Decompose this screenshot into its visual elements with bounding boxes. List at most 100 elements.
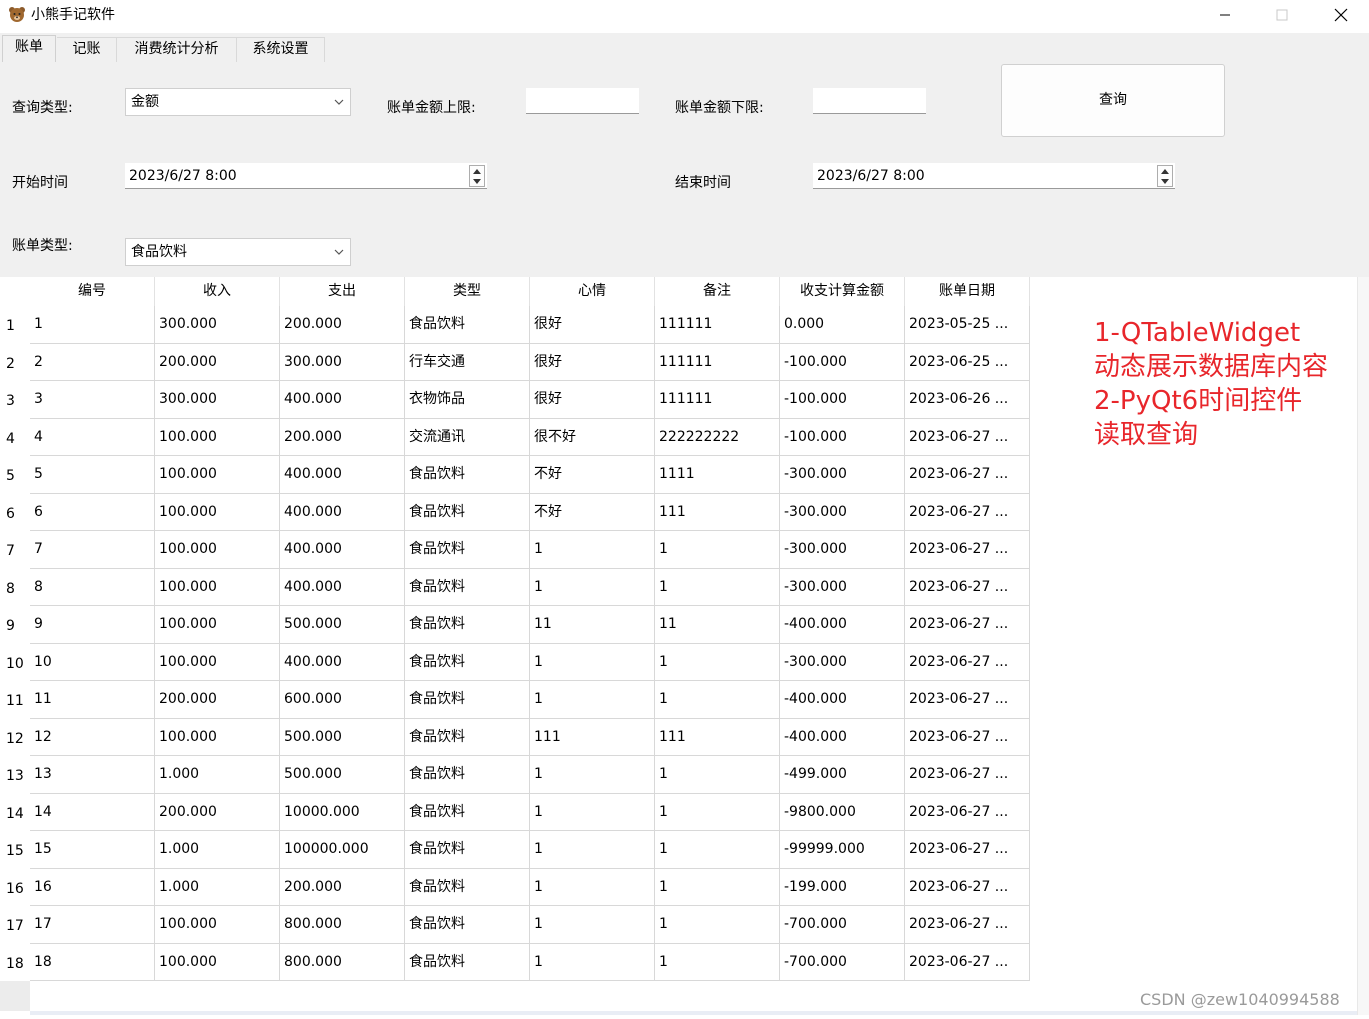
end-time-edit[interactable]: 2023/6/27 8:00	[813, 163, 1175, 189]
table-cell[interactable]: 很不好	[530, 418, 655, 456]
table-row[interactable]: 10 10 100.000 400.000 食品饮料 1 1 -300.000 2023-06-…	[0, 643, 1030, 681]
table-cell[interactable]: 衣物饰品	[405, 381, 530, 419]
table-cell[interactable]: 400.000	[280, 456, 405, 494]
start-time-edit[interactable]: 2023/6/27 8:00	[125, 163, 487, 189]
table-cell[interactable]: 1	[655, 793, 780, 831]
table-row[interactable]: 5 5 100.000 400.000 食品饮料 不好 1111 -300.000 2023-0…	[0, 456, 1030, 494]
table-cell[interactable]: 12	[30, 718, 155, 756]
table-cell[interactable]: 400.000	[280, 643, 405, 681]
table-cell[interactable]: -700.000	[780, 943, 905, 981]
table-cell[interactable]: 2023-06-27 ...	[905, 568, 1030, 606]
row-header[interactable]: 15	[0, 831, 30, 869]
table-cell[interactable]: 100000.000	[280, 831, 405, 869]
table-cell[interactable]: -300.000	[780, 531, 905, 569]
table-cell[interactable]: -400.000	[780, 718, 905, 756]
table-cell[interactable]: 111	[655, 493, 780, 531]
table-row[interactable]: 6 6 100.000 400.000 食品饮料 不好 111 -300.000 2023-06…	[0, 493, 1030, 531]
tab-bill[interactable]: 账单	[2, 35, 56, 62]
table-cell[interactable]: 500.000	[280, 756, 405, 794]
table-row[interactable]: 11 11 200.000 600.000 食品饮料 1 1 -400.000 2023-06-…	[0, 681, 1030, 719]
table-cell[interactable]: 2023-06-26 ...	[905, 381, 1030, 419]
table-cell[interactable]: 很好	[530, 381, 655, 419]
table-cell[interactable]: 1	[655, 868, 780, 906]
table-cell[interactable]: 5	[30, 456, 155, 494]
table-cell[interactable]: 100.000	[155, 643, 280, 681]
table-cell[interactable]: -99999.000	[780, 831, 905, 869]
table-cell[interactable]: 0.000	[780, 306, 905, 344]
table-cell[interactable]: 111111	[655, 306, 780, 344]
table-cell[interactable]: 600.000	[280, 681, 405, 719]
table-cell[interactable]: 2023-06-27 ...	[905, 456, 1030, 494]
table-cell[interactable]: 100.000	[155, 493, 280, 531]
row-header[interactable]: 10	[0, 643, 30, 681]
table-cell[interactable]: 200.000	[280, 868, 405, 906]
column-header[interactable]: 编号	[30, 277, 155, 306]
vertical-scrollbar[interactable]	[1357, 277, 1369, 1015]
table-cell[interactable]: 100.000	[155, 718, 280, 756]
table-cell[interactable]: 不好	[530, 493, 655, 531]
table-cell[interactable]: 不好	[530, 456, 655, 494]
table-cell[interactable]: 8	[30, 568, 155, 606]
row-header[interactable]: 9	[0, 606, 30, 644]
table-cell[interactable]: 300.000	[155, 306, 280, 344]
table-cell[interactable]: 2023-06-27 ...	[905, 493, 1030, 531]
table-cell[interactable]: 食品饮料	[405, 756, 530, 794]
table-cell[interactable]: 1	[530, 531, 655, 569]
table-cell[interactable]: 100.000	[155, 418, 280, 456]
row-header[interactable]: 3	[0, 381, 30, 419]
maximize-button[interactable]	[1252, 0, 1312, 30]
table-cell[interactable]: 2023-06-27 ...	[905, 943, 1030, 981]
table-cell[interactable]: 食品饮料	[405, 906, 530, 944]
query-button[interactable]: 查询	[1001, 64, 1225, 137]
spin-down-icon[interactable]	[470, 176, 484, 186]
end-time-spinner[interactable]	[1157, 165, 1173, 187]
table-cell[interactable]: 100.000	[155, 531, 280, 569]
row-header[interactable]: 7	[0, 531, 30, 569]
column-header[interactable]: 账单日期	[905, 277, 1030, 306]
row-header[interactable]: 8	[0, 568, 30, 606]
table-cell[interactable]: 2	[30, 343, 155, 381]
table-cell[interactable]: -100.000	[780, 418, 905, 456]
table-row[interactable]: 9 9 100.000 500.000 食品饮料 11 11 -400.000 2023-06-…	[0, 606, 1030, 644]
table-cell[interactable]: 800.000	[280, 906, 405, 944]
table-cell[interactable]: 400.000	[280, 493, 405, 531]
table-cell[interactable]: 1	[655, 756, 780, 794]
table-cell[interactable]: 食品饮料	[405, 456, 530, 494]
table-cell[interactable]: 100.000	[155, 906, 280, 944]
tab-record[interactable]: 记账	[57, 37, 117, 62]
table-row[interactable]: 13 13 1.000 500.000 食品饮料 1 1 -499.000 2023-06-27…	[0, 756, 1030, 794]
table-cell[interactable]: 食品饮料	[405, 793, 530, 831]
table-cell[interactable]: 222222222	[655, 418, 780, 456]
column-header[interactable]: 收支计算金额	[780, 277, 905, 306]
table-cell[interactable]: 1	[530, 756, 655, 794]
row-header[interactable]: 16	[0, 868, 30, 906]
table-cell[interactable]: 食品饮料	[405, 718, 530, 756]
table-cell[interactable]: -700.000	[780, 906, 905, 944]
table-cell[interactable]: 2023-06-27 ...	[905, 681, 1030, 719]
table-cell[interactable]: 100.000	[155, 456, 280, 494]
table-row[interactable]: 17 17 100.000 800.000 食品饮料 1 1 -700.000 2023-06-…	[0, 906, 1030, 944]
table-cell[interactable]: 11	[655, 606, 780, 644]
row-header[interactable]: 17	[0, 906, 30, 944]
column-header[interactable]: 类型	[405, 277, 530, 306]
table-cell[interactable]: 2023-06-27 ...	[905, 831, 1030, 869]
table-row[interactable]: 2 2 200.000 300.000 行车交通 很好 111111 -100.000 2023…	[0, 343, 1030, 381]
table-cell[interactable]: 行车交通	[405, 343, 530, 381]
table-row[interactable]: 7 7 100.000 400.000 食品饮料 1 1 -300.000 2023-06-27…	[0, 531, 1030, 569]
amount-lower-input[interactable]	[813, 88, 926, 114]
table-cell[interactable]: 200.000	[280, 418, 405, 456]
table-cell[interactable]: 1	[530, 681, 655, 719]
table-cell[interactable]: 111	[530, 718, 655, 756]
table-cell[interactable]: 800.000	[280, 943, 405, 981]
table-cell[interactable]: 11	[30, 681, 155, 719]
table-cell[interactable]: -400.000	[780, 606, 905, 644]
table-cell[interactable]: -100.000	[780, 381, 905, 419]
table-row[interactable]: 14 14 200.000 10000.000 食品饮料 1 1 -9800.000 2023-…	[0, 793, 1030, 831]
table-cell[interactable]: 15	[30, 831, 155, 869]
table-cell[interactable]: 200.000	[155, 343, 280, 381]
table-cell[interactable]: 1	[655, 831, 780, 869]
table-cell[interactable]: 食品饮料	[405, 681, 530, 719]
table-cell[interactable]: 200.000	[155, 681, 280, 719]
horizontal-scrollbar[interactable]	[30, 1011, 1357, 1015]
table-cell[interactable]: 1	[530, 906, 655, 944]
